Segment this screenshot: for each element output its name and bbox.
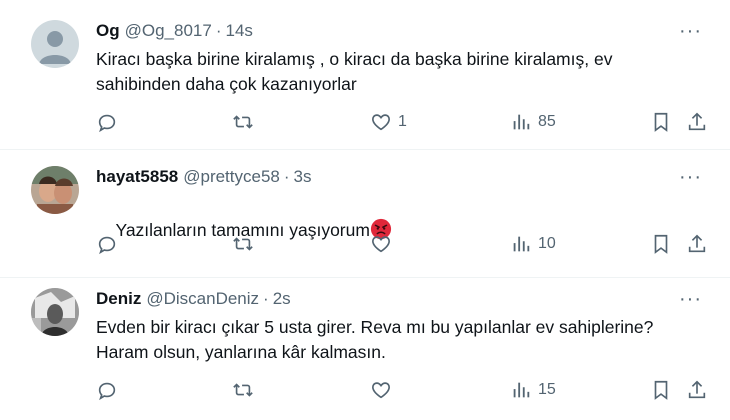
like-button[interactable] (370, 379, 398, 401)
tweet-text: Kiracı başka birine kiralamış , o kiracı… (96, 49, 618, 94)
retweet-button[interactable] (232, 379, 260, 401)
like-button[interactable]: 1 (370, 111, 407, 133)
author-handle[interactable]: @DiscanDeniz (146, 288, 259, 310)
like-button[interactable] (370, 233, 398, 255)
views-button[interactable]: 10 (510, 233, 556, 255)
reply-button[interactable] (96, 379, 124, 401)
share-icon (688, 234, 706, 253)
like-icon (372, 382, 390, 399)
views-button[interactable]: 15 (510, 379, 556, 401)
avatar[interactable] (31, 288, 79, 336)
tweet-header: Deniz @DiscanDeniz · 2s (96, 288, 291, 310)
separator-dot: · (283, 167, 290, 186)
views-icon (513, 114, 530, 130)
reply-icon (98, 382, 116, 401)
tweet-actions: 10 (96, 233, 716, 257)
avatar[interactable] (31, 20, 79, 68)
separator-dot: · (263, 289, 269, 308)
retweet-icon (233, 115, 253, 129)
share-button[interactable] (686, 379, 708, 401)
reply-button[interactable] (96, 233, 124, 255)
like-icon (372, 114, 390, 131)
author-handle[interactable]: @Og_8017 (125, 20, 212, 42)
separator-dot: · (215, 21, 222, 40)
view-count: 10 (538, 235, 556, 252)
bookmark-button[interactable] (650, 111, 672, 133)
tweet-text: Evden bir kiracı çıkar 5 usta girer. Rev… (96, 317, 659, 362)
author-name[interactable]: hayat5858 (96, 166, 178, 188)
tweet-3[interactable]: Deniz @DiscanDeniz · 2s ··· Evden bir ki… (0, 278, 730, 420)
timestamp[interactable]: 3s (294, 166, 312, 188)
bookmark-icon (654, 380, 668, 400)
share-button[interactable] (686, 233, 708, 255)
author-handle[interactable]: @prettyce58 (183, 166, 280, 188)
reply-button[interactable] (96, 111, 124, 133)
share-icon (688, 112, 706, 131)
view-count: 15 (538, 381, 556, 398)
author-name[interactable]: Deniz (96, 288, 141, 310)
retweet-icon (233, 237, 253, 251)
more-icon[interactable]: ··· (679, 21, 702, 41)
views-button[interactable]: 85 (510, 111, 556, 133)
reply-icon (98, 114, 116, 133)
avatar[interactable] (31, 166, 79, 214)
retweet-button[interactable] (232, 233, 260, 255)
view-count: 85 (538, 113, 556, 130)
more-icon[interactable]: ··· (679, 167, 702, 187)
tweet-1[interactable]: Og @Og_8017 · 14s ··· Kiracı başka birin… (0, 0, 730, 150)
author-name[interactable]: Og (96, 20, 120, 42)
tweet-actions: 15 (96, 379, 716, 403)
retweet-icon (233, 383, 253, 397)
reply-icon (98, 236, 116, 255)
like-icon (372, 236, 390, 253)
bookmark-icon (654, 234, 668, 254)
retweet-button[interactable] (232, 111, 260, 133)
share-button[interactable] (686, 111, 708, 133)
bookmark-icon (654, 112, 668, 132)
tweet-2[interactable]: hayat5858 @prettyce58 · 3s ··· Yazılanla… (0, 150, 730, 278)
views-icon (513, 382, 530, 398)
views-icon (513, 236, 530, 252)
tweet-actions: 1 85 (96, 111, 716, 135)
tweet-header: hayat5858 @prettyce58 · 3s (96, 166, 312, 188)
bookmark-button[interactable] (650, 233, 672, 255)
tweet-header: Og @Og_8017 · 14s (96, 20, 253, 42)
like-count: 1 (398, 113, 407, 130)
timestamp[interactable]: 14s (226, 20, 253, 42)
more-icon[interactable]: ··· (679, 289, 702, 309)
share-icon (688, 380, 706, 399)
bookmark-button[interactable] (650, 379, 672, 401)
timestamp[interactable]: 2s (273, 288, 291, 310)
